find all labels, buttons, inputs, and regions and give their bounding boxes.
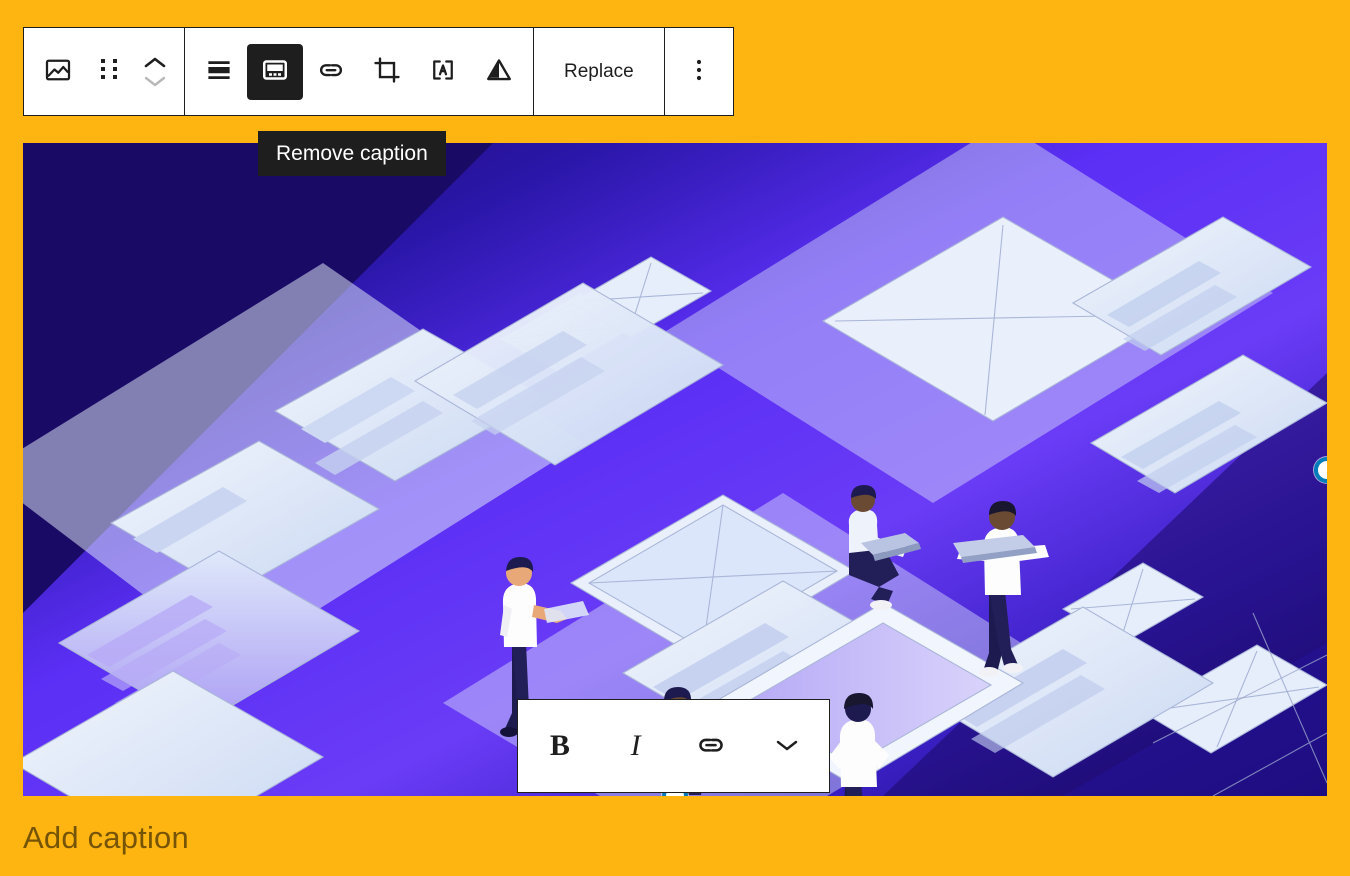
move-down-button[interactable] — [142, 73, 168, 89]
italic-button[interactable]: I — [607, 717, 665, 775]
block-toolbar-group-options — [663, 28, 733, 115]
insert-link-button[interactable] — [303, 44, 359, 100]
block-toolbar-group-block-controls — [24, 28, 184, 115]
text-over-image-icon — [428, 55, 458, 88]
caption-format-toolbar: B I — [517, 699, 830, 793]
block-mover — [132, 44, 178, 100]
image-block-type-button[interactable] — [30, 44, 86, 100]
align-icon — [204, 55, 234, 88]
chevron-down-icon — [773, 736, 801, 757]
move-up-button[interactable] — [142, 55, 168, 71]
link-icon — [316, 55, 346, 88]
caption-link-button[interactable] — [682, 717, 740, 775]
align-button[interactable] — [191, 44, 247, 100]
vertical-ellipsis-icon — [687, 56, 711, 87]
duotone-filter-icon — [484, 55, 514, 88]
block-toolbar-group-replace: Replace — [533, 28, 664, 115]
apply-duotone-filter-button[interactable] — [471, 44, 527, 100]
crop-icon — [372, 55, 402, 88]
remove-caption-tooltip: Remove caption — [258, 131, 446, 177]
block-toolbar: Replace — [23, 27, 734, 116]
bold-button[interactable]: B — [531, 717, 589, 775]
crop-button[interactable] — [359, 44, 415, 100]
caption-icon — [260, 55, 290, 88]
more-rich-text-controls-button[interactable] — [758, 717, 816, 775]
toggle-caption-button[interactable] — [247, 43, 303, 100]
block-toolbar-group-image-format — [184, 28, 533, 115]
drag-dots-icon — [98, 56, 120, 87]
add-text-over-image-button[interactable] — [415, 44, 471, 100]
drag-handle[interactable] — [86, 44, 132, 100]
more-options-button[interactable] — [671, 44, 727, 100]
link-icon — [695, 729, 727, 764]
image-icon — [43, 55, 73, 88]
image-caption-input[interactable]: Add caption — [23, 820, 189, 856]
replace-button[interactable]: Replace — [540, 44, 658, 100]
